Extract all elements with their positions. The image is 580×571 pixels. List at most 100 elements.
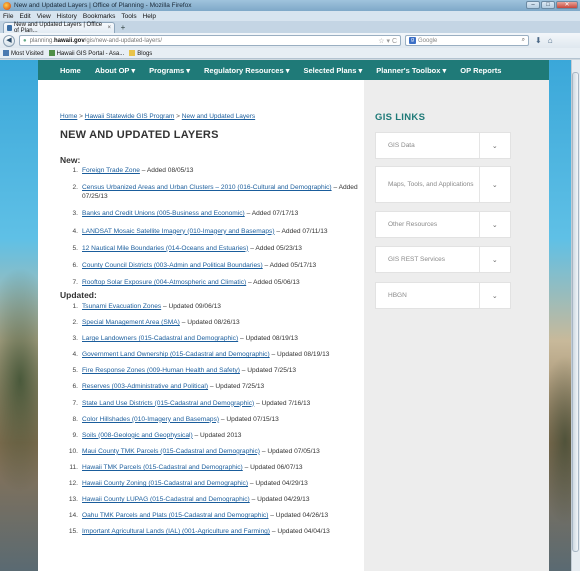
- item-text: Census Urbanized Areas and Urban Cluster…: [82, 183, 360, 201]
- nav-regulatory-resources[interactable]: Regulatory Resources ▾: [204, 66, 289, 75]
- item-text: Maui County TMK Parcels (015-Cadastral a…: [82, 447, 360, 456]
- tab-new-and-updated-layers[interactable]: New and Updated Layers | Office of Plan.…: [3, 22, 115, 34]
- layer-link[interactable]: LANDSAT Mosaic Satellite Imagery (010-Im…: [82, 228, 275, 235]
- favicon-icon: [7, 25, 12, 31]
- layer-link[interactable]: Special Management Area (SMA): [82, 319, 180, 326]
- chevron-down-icon[interactable]: ⌄: [478, 247, 511, 272]
- search-placeholder: Google: [418, 37, 438, 44]
- gis-link-label: GIS Data: [388, 141, 415, 149]
- item-number: 15.: [68, 528, 78, 536]
- layer-link[interactable]: County Council Districts (003-Admin and …: [82, 262, 263, 269]
- breadcrumb-home[interactable]: Home: [60, 113, 77, 120]
- chevron-down-icon[interactable]: ⌄: [478, 212, 511, 237]
- layer-link[interactable]: Tsunami Evacuation Zones: [82, 303, 161, 310]
- search-bar[interactable]: g Google ⌕: [405, 35, 529, 46]
- gis-link-hbgn[interactable]: HBGN ⌄: [375, 282, 511, 309]
- gis-link-maps-tools[interactable]: Maps, Tools, and Applications ⌄: [375, 166, 511, 203]
- layer-link[interactable]: Hawaii TMK Parcels (015-Cadastral and De…: [82, 464, 243, 471]
- layer-link[interactable]: Census Urbanized Areas and Urban Cluster…: [82, 184, 332, 191]
- bookmark-star-icon[interactable]: ☆ ▾ C: [378, 37, 397, 45]
- layer-link[interactable]: Foreign Trade Zone: [82, 167, 140, 174]
- layer-link[interactable]: Maui County TMK Parcels (015-Cadastral a…: [82, 448, 260, 455]
- chevron-down-icon[interactable]: ⌄: [478, 133, 511, 158]
- gis-links-heading: GIS LINKS: [375, 112, 426, 123]
- list-item: 4. Government Land Ownership (015-Cadastr…: [60, 350, 360, 359]
- menu-help[interactable]: Help: [143, 13, 156, 20]
- item-number: 4.: [72, 227, 79, 235]
- gis-link-other-resources[interactable]: Other Resources ⌄: [375, 211, 511, 238]
- layer-link[interactable]: Large Landowners (015-Cadastral and Demo…: [82, 335, 238, 342]
- back-button[interactable]: ◀: [3, 34, 15, 47]
- search-icon[interactable]: ⌕: [522, 37, 525, 44]
- item-number: 11.: [69, 463, 78, 471]
- bookmark-blogs[interactable]: Blogs: [129, 49, 152, 57]
- chevron-down-icon[interactable]: ⌄: [478, 167, 511, 202]
- list-item: 14. Oahu TMK Parcels and Plats (015-Cadas…: [60, 511, 360, 520]
- tab-close-icon[interactable]: ×: [107, 25, 111, 31]
- item-text: Reserves (003-Administrative and Politic…: [82, 382, 360, 391]
- nav-home[interactable]: Home: [60, 66, 81, 75]
- chevron-down-icon[interactable]: ⌄: [478, 283, 511, 308]
- layer-link[interactable]: Hawaii County LUPAG (015-Cadastral and D…: [82, 496, 250, 503]
- item-text: Soils (008-Geologic and Geophysical) – U…: [82, 431, 360, 440]
- item-date: – Added 05/23/13: [248, 244, 302, 252]
- item-number: 2.: [72, 184, 79, 192]
- menu-view[interactable]: View: [37, 13, 51, 20]
- layer-link[interactable]: Hawaii County Zoning (015-Cadastral and …: [82, 480, 248, 487]
- maximize-button[interactable]: □: [541, 1, 555, 9]
- main-content: Home > Hawaii Statewide GIS Program > Ne…: [38, 80, 364, 571]
- nav-planners-toolbox[interactable]: Planner's Toolbox ▾: [376, 66, 446, 75]
- window-title: New and Updated Layers | Office of Plann…: [14, 2, 192, 9]
- gis-link-label: HBGN: [388, 291, 407, 299]
- layer-link[interactable]: Important Agricultural Lands (IAL) (001-…: [82, 528, 270, 535]
- gis-link-label: GIS REST Services: [388, 255, 445, 263]
- nav-op-reports[interactable]: OP Reports: [460, 66, 501, 75]
- breadcrumb-current[interactable]: New and Updated Layers: [182, 113, 255, 120]
- layer-link[interactable]: Reserves (003-Administrative and Politic…: [82, 383, 208, 390]
- bookmark-most-visited[interactable]: Most Visited: [3, 49, 44, 57]
- layer-link[interactable]: Rooftop Solar Exposure (004-Atmospheric …: [82, 279, 246, 286]
- item-text: Rooftop Solar Exposure (004-Atmospheric …: [82, 278, 360, 287]
- list-item: 9. Soils (008-Geologic and Geophysical) –…: [60, 431, 360, 440]
- list-item: 3. Banks and Credit Unions (005-Business …: [60, 209, 360, 218]
- layer-link[interactable]: 12 Nautical Mile Boundaries (014-Oceans …: [82, 245, 248, 252]
- layer-link[interactable]: Color Hillshades (010-Imagery and Basema…: [82, 416, 219, 423]
- nav-programs[interactable]: Programs ▾: [149, 66, 190, 75]
- menu-edit[interactable]: Edit: [19, 13, 30, 20]
- menu-bookmarks[interactable]: Bookmarks: [83, 13, 116, 20]
- close-button[interactable]: ✕: [556, 1, 578, 9]
- layer-link[interactable]: Oahu TMK Parcels and Plats (015-Cadastra…: [82, 512, 268, 519]
- menu-file[interactable]: File: [3, 13, 13, 20]
- item-number: 3.: [72, 210, 79, 218]
- layer-link[interactable]: Government Land Ownership (015-Cadastral…: [82, 351, 270, 358]
- nav-about-op[interactable]: About OP ▾: [95, 66, 135, 75]
- item-date: – Updated 04/04/13: [270, 528, 330, 536]
- gis-link-rest-services[interactable]: GIS REST Services ⌄: [375, 246, 511, 273]
- bookmark-label: Most Visited: [11, 50, 44, 57]
- page-title: NEW AND UPDATED LAYERS: [60, 129, 219, 141]
- home-icon[interactable]: ⌂: [548, 36, 553, 45]
- item-date: – Updated 7/25/13: [239, 367, 297, 375]
- firefox-icon: [3, 1, 11, 10]
- list-item: 1. Foreign Trade Zone – Added 08/05/13: [60, 166, 360, 175]
- menu-history[interactable]: History: [57, 13, 77, 20]
- bookmark-hawaii-gis-portal[interactable]: Hawaii GIS Portal - Asa...: [48, 49, 124, 57]
- gis-link-gis-data[interactable]: GIS Data ⌄: [375, 132, 511, 159]
- layer-link[interactable]: Soils (008-Geologic and Geophysical): [82, 432, 193, 439]
- menu-tools[interactable]: Tools: [121, 13, 136, 20]
- layer-link[interactable]: Fire Response Zones (009-Human Health an…: [82, 367, 240, 374]
- nav-selected-plans[interactable]: Selected Plans ▾: [303, 66, 362, 75]
- layer-link[interactable]: State Land Use Districts (015-Cadastral …: [82, 400, 254, 407]
- scrollbar-thumb[interactable]: [572, 72, 579, 552]
- item-date: – Updated 09/06/13: [161, 303, 221, 310]
- minimize-button[interactable]: –: [526, 1, 540, 9]
- list-item: 7. State Land Use Districts (015-Cadastra…: [60, 399, 360, 408]
- new-tab-button[interactable]: +: [117, 23, 129, 33]
- layer-link[interactable]: Banks and Credit Unions (005-Business an…: [82, 210, 245, 217]
- url-bar[interactable]: ● planning. hawaii.gov/gis/new-and-update…: [19, 35, 401, 46]
- google-icon[interactable]: g: [409, 37, 416, 44]
- updated-layers-list: 1. Tsunami Evacuation Zones – Updated 09/…: [60, 302, 360, 543]
- item-date: – Updated 04/29/13: [249, 496, 310, 504]
- download-icon[interactable]: ⬇: [535, 36, 542, 45]
- breadcrumb-gis-program[interactable]: Hawaii Statewide GIS Program: [85, 113, 175, 120]
